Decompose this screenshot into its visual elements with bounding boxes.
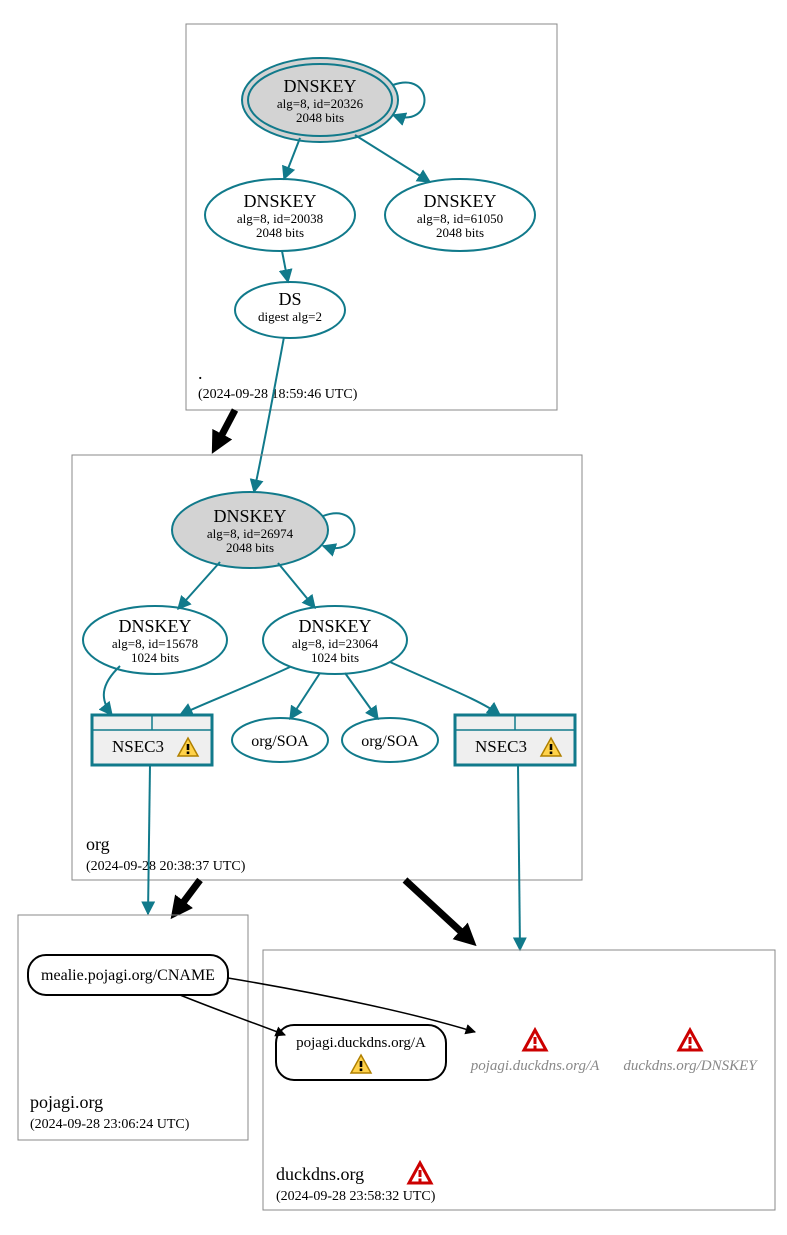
svg-text:NSEC3: NSEC3 <box>112 737 164 756</box>
svg-text:alg=8, id=23064: alg=8, id=23064 <box>292 636 379 651</box>
svg-text:alg=8, id=20038: alg=8, id=20038 <box>237 211 323 226</box>
svg-text:duckdns.org/DNSKEY: duckdns.org/DNSKEY <box>623 1058 758 1074</box>
nsec3-left[interactable]: NSEC3 <box>92 715 212 765</box>
svg-text:org/SOA: org/SOA <box>361 733 419 750</box>
svg-text:DNSKEY: DNSKEY <box>118 616 191 636</box>
svg-text:2048 bits: 2048 bits <box>436 225 484 240</box>
delegation-root-to-org <box>216 410 235 446</box>
ds-root[interactable]: DS digest alg=2 <box>235 282 345 338</box>
svg-text:NSEC3: NSEC3 <box>475 737 527 756</box>
svg-text:digest alg=2: digest alg=2 <box>258 309 322 324</box>
dnskey-org-ksk[interactable]: DNSKEY alg=8, id=26974 2048 bits <box>172 492 328 568</box>
org-soa-2[interactable]: org/SOA <box>342 718 438 762</box>
dnskey-root-ksk[interactable]: DNSKEY alg=8, id=20326 2048 bits <box>242 58 398 142</box>
svg-text:alg=8, id=20326: alg=8, id=20326 <box>277 96 364 111</box>
zone-duckdns-label: duckdns.org <box>276 1164 364 1184</box>
zone-org-ts: (2024-09-28 20:38:37 UTC) <box>86 859 246 874</box>
svg-text:mealie.pojagi.org/CNAME: mealie.pojagi.org/CNAME <box>41 967 215 984</box>
svg-text:alg=8, id=26974: alg=8, id=26974 <box>207 526 294 541</box>
svg-text:org/SOA: org/SOA <box>251 733 309 750</box>
zone-duckdns: duckdns.org (2024-09-28 23:58:32 UTC) po… <box>263 950 775 1210</box>
svg-text:2048 bits: 2048 bits <box>296 110 344 125</box>
svg-text:2048 bits: 2048 bits <box>226 540 274 555</box>
error-icon <box>409 1163 431 1183</box>
svg-text:1024 bits: 1024 bits <box>311 650 359 665</box>
nsec3-right[interactable]: NSEC3 <box>455 715 575 765</box>
edge-cname-to-ghost-a <box>228 978 475 1032</box>
edge <box>355 135 430 182</box>
svg-text:DNSKEY: DNSKEY <box>213 506 286 526</box>
zone-duckdns-ts: (2024-09-28 23:58:32 UTC) <box>276 1189 436 1204</box>
ghost-a-record: pojagi.duckdns.org/A <box>470 1030 600 1074</box>
zone-pojagi-ts: (2024-09-28 23:06:24 UTC) <box>30 1117 190 1132</box>
zone-root-ts: (2024-09-28 18:59:46 UTC) <box>198 387 358 402</box>
dnskey-root-zsk1[interactable]: DNSKEY alg=8, id=20038 2048 bits <box>205 179 355 251</box>
org-soa-1[interactable]: org/SOA <box>232 718 328 762</box>
edge-ds-to-org-ksk <box>254 337 284 492</box>
cname-mealie-pojagi[interactable]: mealie.pojagi.org/CNAME <box>28 955 228 995</box>
svg-text:DS: DS <box>278 289 301 309</box>
dnskey-org-zsk2[interactable]: DNSKEY alg=8, id=23064 1024 bits <box>263 606 407 674</box>
svg-text:alg=8, id=15678: alg=8, id=15678 <box>112 636 198 651</box>
edge <box>284 138 300 179</box>
delegation-org-to-duckdns <box>405 880 470 940</box>
dnskey-org-zsk1[interactable]: DNSKEY alg=8, id=15678 1024 bits <box>83 606 227 674</box>
ghost-dnskey: duckdns.org/DNSKEY <box>623 1030 758 1074</box>
svg-text:DNSKEY: DNSKEY <box>283 76 356 96</box>
a-record-pojagi-duckdns[interactable]: pojagi.duckdns.org/A <box>276 1025 446 1080</box>
svg-text:DNSKEY: DNSKEY <box>423 191 496 211</box>
svg-text:DNSKEY: DNSKEY <box>298 616 371 636</box>
svg-text:pojagi.duckdns.org/A: pojagi.duckdns.org/A <box>296 1035 426 1051</box>
svg-text:alg=8, id=61050: alg=8, id=61050 <box>417 211 503 226</box>
zone-root-label: . <box>198 363 203 383</box>
zone-pojagi-label: pojagi.org <box>30 1092 103 1112</box>
dnskey-root-zsk2[interactable]: DNSKEY alg=8, id=61050 2048 bits <box>385 179 535 251</box>
svg-text:DNSKEY: DNSKEY <box>243 191 316 211</box>
svg-text:pojagi.duckdns.org/A: pojagi.duckdns.org/A <box>470 1058 600 1074</box>
zone-pojagi: pojagi.org (2024-09-28 23:06:24 UTC) mea… <box>18 915 248 1140</box>
zone-root: . (2024-09-28 18:59:46 UTC) DNSKEY alg=8… <box>186 24 557 410</box>
edge <box>282 251 288 282</box>
zone-org-label: org <box>86 834 110 854</box>
svg-text:1024 bits: 1024 bits <box>131 650 179 665</box>
delegation-org-to-pojagi <box>176 880 200 912</box>
svg-text:2048 bits: 2048 bits <box>256 225 304 240</box>
edge-cname-to-a <box>180 995 285 1035</box>
